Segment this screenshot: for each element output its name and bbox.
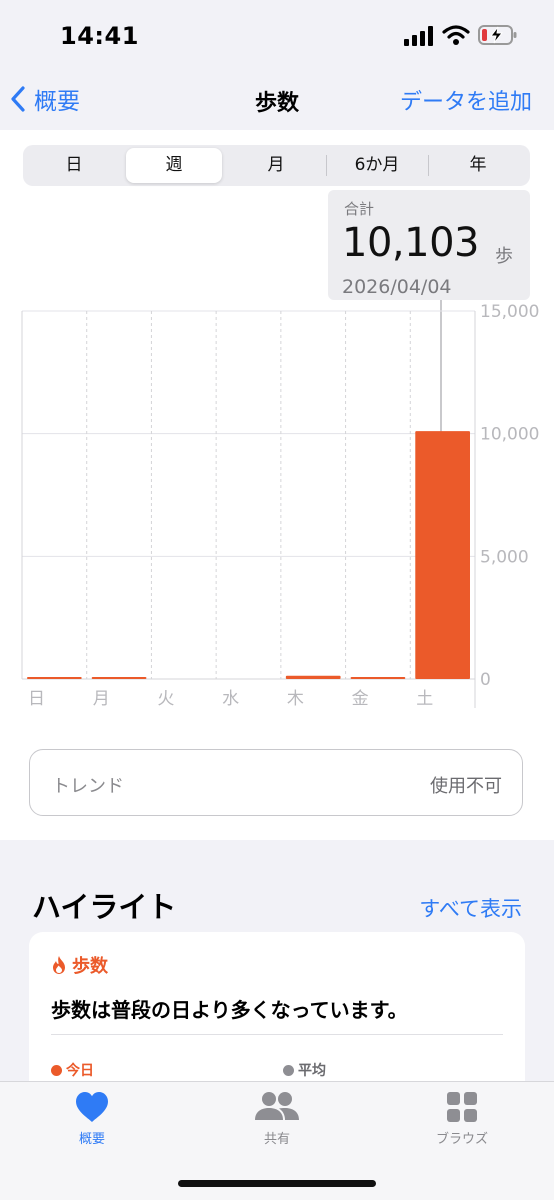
bar-6 — [415, 431, 470, 679]
tooltip-unit: 歩 — [495, 246, 513, 267]
highlight-text: 歩数は普段の日より多くなっています。 — [51, 998, 408, 1022]
highlight-category: 歩数 — [51, 952, 108, 978]
x-tick-label: 土 — [416, 689, 433, 709]
highlights-heading: ハイライト — [32, 890, 177, 924]
battery-charging-icon — [478, 25, 517, 45]
tab-sharing-label: 共有 — [263, 1132, 290, 1147]
y-tick-label: 0 — [480, 670, 491, 690]
tab-summary[interactable]: 概要 — [32, 1090, 152, 1147]
selection-tooltip: 合計 10,103 歩 2026/04/04 — [328, 190, 530, 300]
navigation-bar: 概要 歩数 データを追加 — [0, 70, 554, 130]
tooltip-date: 2026/04/04 — [342, 276, 452, 298]
tab-sharing[interactable]: 共有 — [217, 1090, 337, 1147]
tooltip-label: 合計 — [344, 200, 375, 218]
heart-icon — [76, 1092, 108, 1122]
trend-label: トレンド — [52, 776, 124, 797]
cellular-signal-icon — [404, 26, 433, 46]
legend-dot-average — [283, 1064, 294, 1076]
legend-today-label: 今日 — [66, 1063, 94, 1079]
tab-browse-label: ブラウズ — [435, 1132, 488, 1147]
status-time: 14:41 — [60, 22, 139, 50]
bar-1 — [91, 677, 147, 679]
grid-icon — [447, 1092, 477, 1122]
people-icon — [255, 1092, 299, 1120]
segment-6months[interactable]: 6か月 — [327, 148, 427, 183]
x-tick-label: 水 — [222, 689, 239, 709]
segment-month[interactable]: 月 — [226, 148, 326, 183]
divider — [51, 1034, 503, 1035]
y-tick-label: 15,000 — [480, 302, 539, 322]
wifi-icon — [442, 25, 470, 45]
legend-average: 平均 — [283, 1060, 326, 1080]
chevron-left-icon — [11, 86, 25, 112]
bar-0 — [27, 677, 82, 679]
legend-dot-today — [51, 1064, 62, 1076]
segment-year[interactable]: 年 — [429, 148, 527, 183]
tab-browse[interactable]: ブラウズ — [402, 1090, 522, 1147]
home-indicator — [178, 1180, 376, 1187]
y-tick-label: 5,000 — [480, 547, 529, 567]
highlight-category-label: 歩数 — [72, 956, 108, 977]
flame-icon — [53, 956, 65, 974]
segment-week[interactable]: 週 — [126, 148, 222, 183]
show-all-link[interactable]: すべて表示 — [419, 893, 522, 923]
tooltip-value: 10,103 — [342, 220, 479, 266]
y-tick-label: 10,000 — [480, 425, 539, 445]
segment-day[interactable]: 日 — [26, 148, 122, 183]
x-tick-label: 金 — [352, 689, 369, 709]
bar-4 — [285, 675, 341, 679]
period-segmented-control: 日 週 月 6か月 年 — [23, 145, 530, 186]
bar-5 — [350, 677, 406, 679]
back-button[interactable]: 概要 — [10, 82, 80, 116]
trend-row[interactable]: トレンド 使用不可 — [29, 749, 523, 816]
x-tick-label: 火 — [157, 689, 174, 709]
x-tick-label: 月 — [93, 689, 110, 709]
legend-average-label: 平均 — [298, 1063, 326, 1079]
x-tick-label: 木 — [287, 689, 304, 709]
trend-value: 使用不可 — [430, 776, 502, 797]
legend-today: 今日 — [51, 1060, 94, 1080]
page-title: 歩数 — [254, 91, 299, 116]
back-label: 概要 — [34, 89, 80, 115]
status-bar: 14:41 — [0, 0, 554, 70]
x-tick-label: 日 — [28, 689, 45, 709]
steps-bar-chart[interactable]: 0 5,000 10,000 15,000 日 月 火 水 木 金 土 — [0, 300, 554, 720]
tab-summary-label: 概要 — [78, 1132, 105, 1147]
add-data-button[interactable]: データを追加 — [400, 84, 532, 116]
